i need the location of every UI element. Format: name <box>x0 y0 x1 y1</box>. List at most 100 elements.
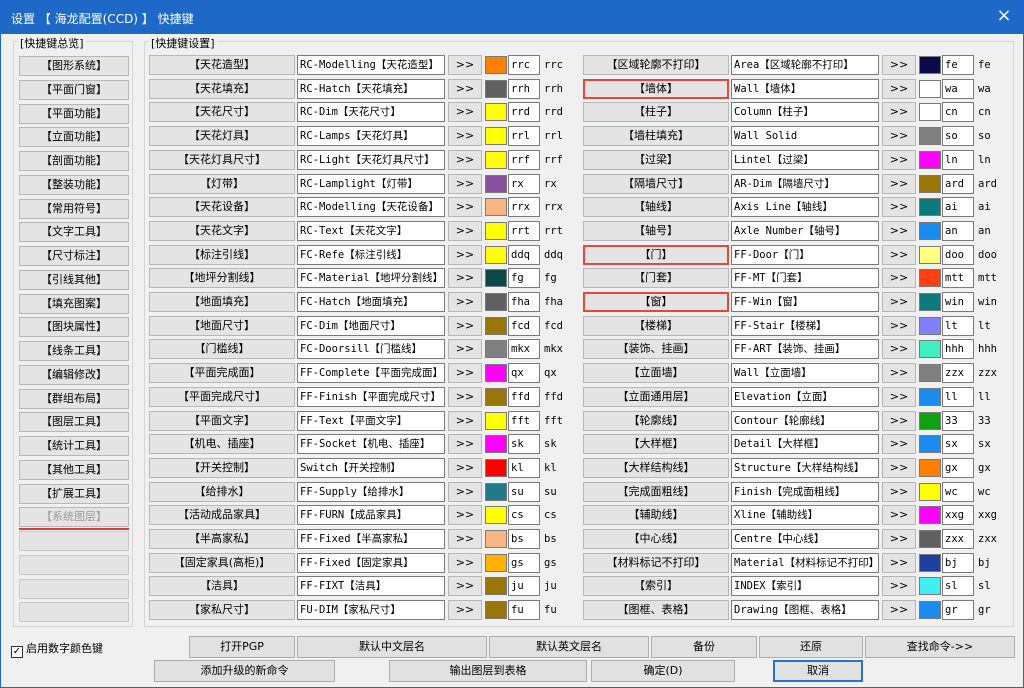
apply-arrow-button[interactable]: >> <box>448 245 482 265</box>
overview-item[interactable]: 【统计工具】 <box>19 436 129 456</box>
alias-field[interactable]: rrc <box>508 55 540 75</box>
apply-arrow-button[interactable]: >> <box>882 529 916 549</box>
apply-arrow-button[interactable]: >> <box>448 316 482 336</box>
layer-name-button[interactable]: 【门套】 <box>583 268 729 288</box>
command-field[interactable]: Wall【立面墙】 <box>731 363 879 383</box>
layer-name-button[interactable]: 【索引】 <box>583 576 729 596</box>
alias-field[interactable]: sl <box>942 576 974 596</box>
command-field[interactable]: RC-Light【天花灯具尺寸】 <box>297 150 445 170</box>
alias-field[interactable]: so <box>942 126 974 146</box>
alias-field[interactable]: xxg <box>942 505 974 525</box>
layer-name-button[interactable]: 【平面完成尺寸】 <box>149 387 295 407</box>
color-swatch[interactable] <box>919 56 941 74</box>
alias-field[interactable]: fcd <box>508 316 540 336</box>
color-swatch[interactable] <box>919 554 941 572</box>
default-english-layer-names-button[interactable]: 默认英文层名 <box>489 636 649 658</box>
apply-arrow-button[interactable]: >> <box>448 150 482 170</box>
overview-item[interactable]: 【尺寸标注】 <box>19 246 129 266</box>
command-field[interactable]: FC-Material【地坪分割线】 <box>297 268 445 288</box>
command-field[interactable]: FF-Complete【平面完成面】 <box>297 363 445 383</box>
color-swatch[interactable] <box>485 388 507 406</box>
color-swatch[interactable] <box>919 103 941 121</box>
color-swatch[interactable] <box>919 412 941 430</box>
apply-arrow-button[interactable]: >> <box>882 363 916 383</box>
color-swatch[interactable] <box>919 80 941 98</box>
command-field[interactable]: Centre【中心线】 <box>731 529 879 549</box>
command-field[interactable]: RC-Lamplight【灯带】 <box>297 174 445 194</box>
apply-arrow-button[interactable]: >> <box>882 55 916 75</box>
color-swatch[interactable] <box>919 601 941 619</box>
color-swatch[interactable] <box>485 246 507 264</box>
color-swatch[interactable] <box>485 269 507 287</box>
apply-arrow-button[interactable]: >> <box>448 505 482 525</box>
enable-color-keys-checkbox[interactable]: ✓ 启用数字颜色键 <box>11 640 103 658</box>
layer-name-button[interactable]: 【给排水】 <box>149 482 295 502</box>
apply-arrow-button[interactable]: >> <box>448 339 482 359</box>
color-swatch[interactable] <box>485 127 507 145</box>
command-field[interactable]: RC-Text【天花文字】 <box>297 221 445 241</box>
apply-arrow-button[interactable]: >> <box>882 174 916 194</box>
layer-name-button[interactable]: 【灯带】 <box>149 174 295 194</box>
layer-name-button[interactable]: 【区域轮廓不打印】 <box>583 55 729 75</box>
color-swatch[interactable] <box>485 103 507 121</box>
command-field[interactable]: Elevation【立面】 <box>731 387 879 407</box>
command-field[interactable]: Wall Solid <box>731 126 879 146</box>
color-swatch[interactable] <box>485 435 507 453</box>
close-icon[interactable]: × <box>991 5 1017 29</box>
alias-field[interactable]: gs <box>508 553 540 573</box>
layer-name-button[interactable]: 【立面墙】 <box>583 363 729 383</box>
color-swatch[interactable] <box>485 364 507 382</box>
command-field[interactable]: Switch【开关控制】 <box>297 458 445 478</box>
color-swatch[interactable] <box>919 364 941 382</box>
apply-arrow-button[interactable]: >> <box>882 505 916 525</box>
apply-arrow-button[interactable]: >> <box>882 268 916 288</box>
apply-arrow-button[interactable]: >> <box>882 458 916 478</box>
layer-name-button[interactable]: 【中心线】 <box>583 529 729 549</box>
alias-field[interactable]: kl <box>508 458 540 478</box>
command-field[interactable]: Drawing【图框、表格】 <box>731 600 879 620</box>
apply-arrow-button[interactable]: >> <box>448 102 482 122</box>
alias-field[interactable]: sx <box>942 434 974 454</box>
alias-field[interactable]: ln <box>942 150 974 170</box>
layer-name-button[interactable]: 【装饰、挂画】 <box>583 339 729 359</box>
apply-arrow-button[interactable]: >> <box>448 292 482 312</box>
overview-item[interactable]: 【整装功能】 <box>19 175 129 195</box>
find-command-button[interactable]: 查找命令->> <box>865 636 1015 658</box>
color-swatch[interactable] <box>919 388 941 406</box>
command-field[interactable]: FF-Socket【机电、插座】 <box>297 434 445 454</box>
overview-item[interactable]: 【编辑修改】 <box>19 365 129 385</box>
command-field[interactable]: Detail【大样框】 <box>731 434 879 454</box>
color-swatch[interactable] <box>485 80 507 98</box>
overview-item[interactable]: 【剖面功能】 <box>19 151 129 171</box>
apply-arrow-button[interactable]: >> <box>448 553 482 573</box>
command-field[interactable]: FF-Win【窗】 <box>731 292 879 312</box>
color-swatch[interactable] <box>919 459 941 477</box>
layer-name-button[interactable]: 【平面文字】 <box>149 411 295 431</box>
apply-arrow-button[interactable]: >> <box>882 482 916 502</box>
layer-name-button[interactable]: 【天花设备】 <box>149 197 295 217</box>
apply-arrow-button[interactable]: >> <box>882 126 916 146</box>
command-field[interactable]: FF-FIXT【洁具】 <box>297 576 445 596</box>
color-swatch[interactable] <box>485 483 507 501</box>
overview-item[interactable]: 【线条工具】 <box>19 341 129 361</box>
alias-field[interactable]: fg <box>508 268 540 288</box>
color-swatch[interactable] <box>919 293 941 311</box>
command-field[interactable]: FC-Hatch【地面填充】 <box>297 292 445 312</box>
command-field[interactable]: FC-Doorsill【门槛线】 <box>297 339 445 359</box>
alias-field[interactable]: wa <box>942 79 974 99</box>
layer-name-button[interactable]: 【柱子】 <box>583 102 729 122</box>
alias-field[interactable]: qx <box>508 363 540 383</box>
command-field[interactable]: Structure【大样结构线】 <box>731 458 879 478</box>
layer-name-button[interactable]: 【墙柱填充】 <box>583 126 729 146</box>
alias-field[interactable]: ll <box>942 387 974 407</box>
ok-button[interactable]: 确定(D) <box>591 660 735 682</box>
command-field[interactable]: RC-Modelling【天花设备】 <box>297 197 445 217</box>
apply-arrow-button[interactable]: >> <box>882 292 916 312</box>
alias-field[interactable]: mtt <box>942 268 974 288</box>
color-swatch[interactable] <box>919 577 941 595</box>
alias-field[interactable]: gx <box>942 458 974 478</box>
command-field[interactable]: RC-Modelling【天花造型】 <box>297 55 445 75</box>
color-swatch[interactable] <box>485 198 507 216</box>
apply-arrow-button[interactable]: >> <box>882 600 916 620</box>
command-field[interactable]: FF-MT【门套】 <box>731 268 879 288</box>
